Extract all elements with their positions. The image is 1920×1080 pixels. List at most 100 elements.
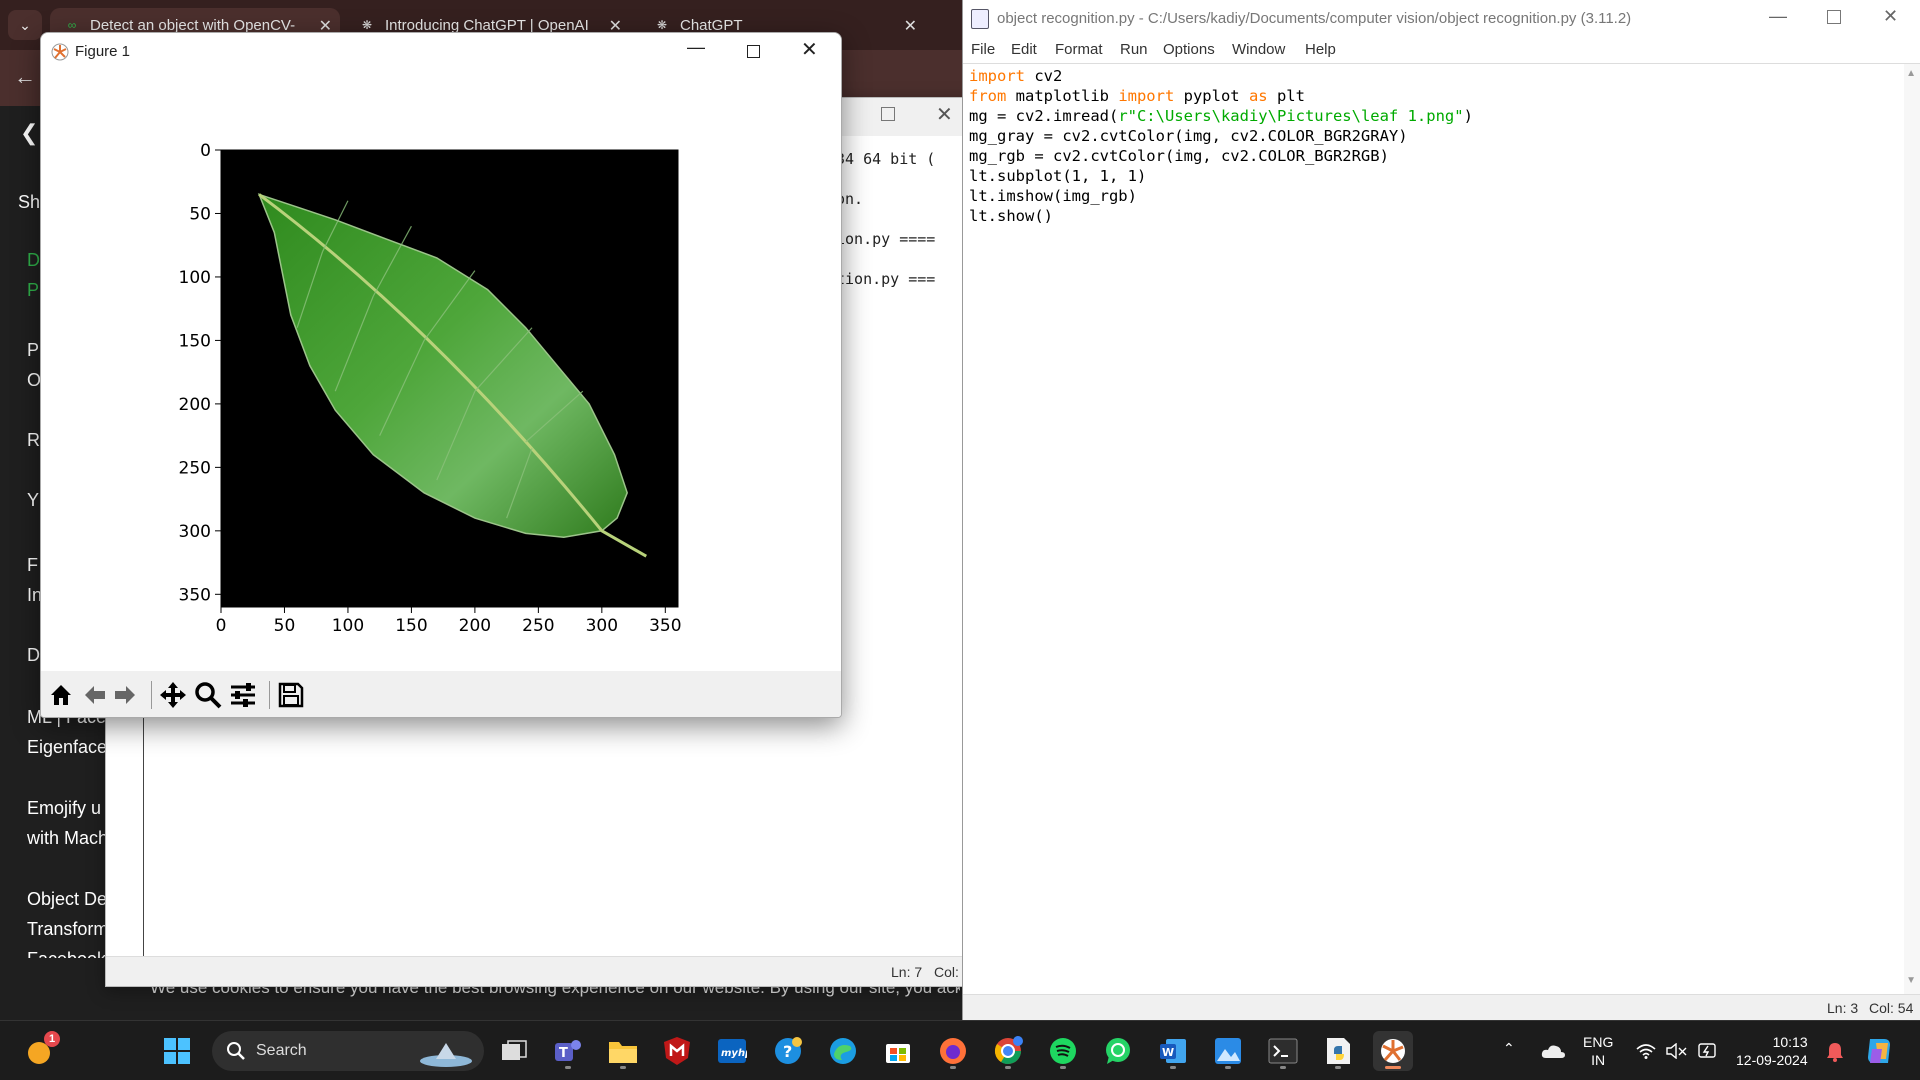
wifi-icon[interactable] xyxy=(1636,1043,1656,1059)
windows-taskbar: 1 Search T myhp ? W ⌃ ENG IN 10:13 12-09… xyxy=(0,1020,1920,1080)
pan-icon[interactable] xyxy=(157,679,189,711)
speaker-muted-icon[interactable] xyxy=(1666,1043,1688,1059)
x-tick-label: 100 xyxy=(332,616,364,636)
plot-area[interactable]: 0 50 100 150 200 250 300 3500501001502002503003… xyxy=(41,71,842,671)
sidebar-item[interactable]: Y xyxy=(27,485,39,515)
home-icon[interactable] xyxy=(45,679,77,711)
sidebar-item[interactable]: R xyxy=(27,425,40,455)
taskbar-search[interactable]: Search xyxy=(212,1031,484,1071)
code-line-3: mg = cv2.imread(r"C:\Users\kadiy\Picture… xyxy=(969,107,1473,125)
sidebar-item[interactable]: Emojify u xyxy=(27,793,101,823)
menu-file[interactable]: File xyxy=(971,41,995,58)
menu-help[interactable]: Help xyxy=(1305,41,1336,58)
maximize-icon[interactable] xyxy=(747,45,760,58)
chrome-icon[interactable] xyxy=(988,1031,1028,1071)
sidebar-item[interactable]: D xyxy=(27,640,40,670)
battery-icon[interactable] xyxy=(1696,1041,1718,1061)
task-view-icon[interactable] xyxy=(494,1031,534,1071)
code-line-8: lt.show() xyxy=(969,207,1053,225)
browser-tab-label: Detect an object with OpenCV- xyxy=(90,16,296,34)
menu-options[interactable]: Options xyxy=(1163,41,1215,58)
sidebar-item[interactable]: Facebook xyxy=(27,944,106,958)
close-icon[interactable]: ✕ xyxy=(801,37,818,62)
widgets-icon[interactable]: 1 xyxy=(20,1031,60,1071)
sidebar-item[interactable]: with Mach xyxy=(27,823,108,853)
teams-icon[interactable]: T xyxy=(548,1031,588,1071)
geeksforgeeks-icon: ∞ xyxy=(67,18,77,32)
menu-window[interactable]: Window xyxy=(1232,41,1285,58)
configure-subplots-icon[interactable] xyxy=(227,679,259,711)
clock-date: 12-09-2024 xyxy=(1736,1052,1808,1068)
clock[interactable]: 10:13 12-09-2024 xyxy=(1736,1033,1808,1069)
minimize-icon[interactable]: — xyxy=(687,37,705,58)
back-arrow-icon[interactable]: ← xyxy=(14,64,36,90)
spotify-icon[interactable] xyxy=(1043,1031,1083,1071)
openai-icon: ❋ xyxy=(361,18,373,32)
browser-tab-label: Introducing ChatGPT | OpenAI xyxy=(385,16,589,34)
sidebar-item[interactable]: Transform xyxy=(27,914,108,944)
close-tab-icon[interactable]: ✕ xyxy=(904,16,917,36)
scroll-up-icon[interactable]: ▲ xyxy=(1906,68,1916,79)
y-tick-label: 0 xyxy=(200,141,211,161)
menu-edit[interactable]: Edit xyxy=(1011,41,1037,58)
word-icon[interactable]: W xyxy=(1153,1031,1193,1071)
copilot-icon[interactable] xyxy=(1862,1035,1896,1069)
sidebar-item[interactable]: Object De xyxy=(27,884,107,914)
close-icon[interactable]: ✕ xyxy=(1883,6,1898,27)
myhp-icon[interactable]: myhp xyxy=(712,1031,752,1071)
show-hidden-icons-icon[interactable]: ⌃ xyxy=(1503,1039,1515,1057)
search-icon xyxy=(227,1042,245,1060)
code-editor[interactable]: import cv2 from matplotlib import pyplot … xyxy=(969,66,1473,226)
terminal-icon[interactable] xyxy=(1263,1031,1303,1071)
sidebar-item[interactable]: P xyxy=(27,275,39,305)
menu-format[interactable]: Format xyxy=(1055,41,1103,58)
y-tick-label: 150 xyxy=(179,331,211,351)
y-tick-label: 200 xyxy=(179,395,211,415)
start-icon[interactable] xyxy=(157,1031,197,1071)
onedrive-icon[interactable] xyxy=(1540,1043,1566,1059)
sidebar-item[interactable]: O xyxy=(27,365,41,395)
sidebar-item[interactable]: Eigenface xyxy=(27,732,107,762)
toolbar-divider xyxy=(151,681,152,709)
search-highlight-icon xyxy=(420,1043,472,1067)
code-line-6: lt.subplot(1, 1, 1) xyxy=(969,167,1147,185)
photos-icon[interactable] xyxy=(1208,1031,1248,1071)
close-icon[interactable]: ✕ xyxy=(936,102,953,127)
y-tick-label: 350 xyxy=(179,585,211,605)
maximize-icon[interactable] xyxy=(1827,10,1841,24)
clock-time: 10:13 xyxy=(1772,1034,1808,1050)
browser-tab-label: ChatGPT xyxy=(680,16,743,34)
python-file-icon xyxy=(971,9,989,29)
mcafee-icon[interactable] xyxy=(657,1031,697,1071)
figure-title: Figure 1 xyxy=(75,43,131,60)
svg-text:?: ? xyxy=(783,1042,792,1061)
editor-scrollbar[interactable] xyxy=(1904,64,1920,994)
chevron-left-icon[interactable]: ❮ xyxy=(20,120,38,146)
whatsapp-icon[interactable] xyxy=(1098,1031,1138,1071)
x-tick-label: 250 xyxy=(522,616,554,636)
tab-search-button[interactable]: ⌄ xyxy=(8,10,42,40)
zoom-icon[interactable] xyxy=(192,679,224,711)
python-idle-icon[interactable] xyxy=(1318,1031,1358,1071)
figure-canvas[interactable]: 0 50 100 150 200 250 300 350 0 50 100 150 200 250 300 3… xyxy=(41,71,842,671)
sidebar-item[interactable]: D xyxy=(27,245,40,275)
language-indicator[interactable]: ENG IN xyxy=(1583,1033,1613,1069)
sidebar-item[interactable]: F xyxy=(27,550,38,580)
forward-arrow-icon[interactable] xyxy=(109,679,141,711)
sidebar-item[interactable]: P xyxy=(27,335,39,365)
editor-title: object recognition.py - C:/Users/kadiy/D… xyxy=(997,10,1632,27)
minimize-icon[interactable]: — xyxy=(1769,6,1787,27)
edge-icon[interactable] xyxy=(823,1031,863,1071)
notification-bell-icon[interactable] xyxy=(1825,1041,1845,1063)
matplotlib-taskbar-icon[interactable] xyxy=(1373,1031,1413,1071)
figure-toolbar xyxy=(41,671,841,717)
back-arrow-icon[interactable] xyxy=(79,679,111,711)
save-icon[interactable] xyxy=(275,679,307,711)
file-explorer-icon[interactable] xyxy=(603,1031,643,1071)
menu-run[interactable]: Run xyxy=(1120,41,1148,58)
help-icon[interactable]: ? xyxy=(768,1031,808,1071)
microsoft-store-icon[interactable] xyxy=(878,1031,918,1071)
firefox-icon[interactable] xyxy=(933,1031,973,1071)
maximize-icon[interactable] xyxy=(881,107,895,121)
scroll-down-icon[interactable]: ▼ xyxy=(1906,975,1916,986)
